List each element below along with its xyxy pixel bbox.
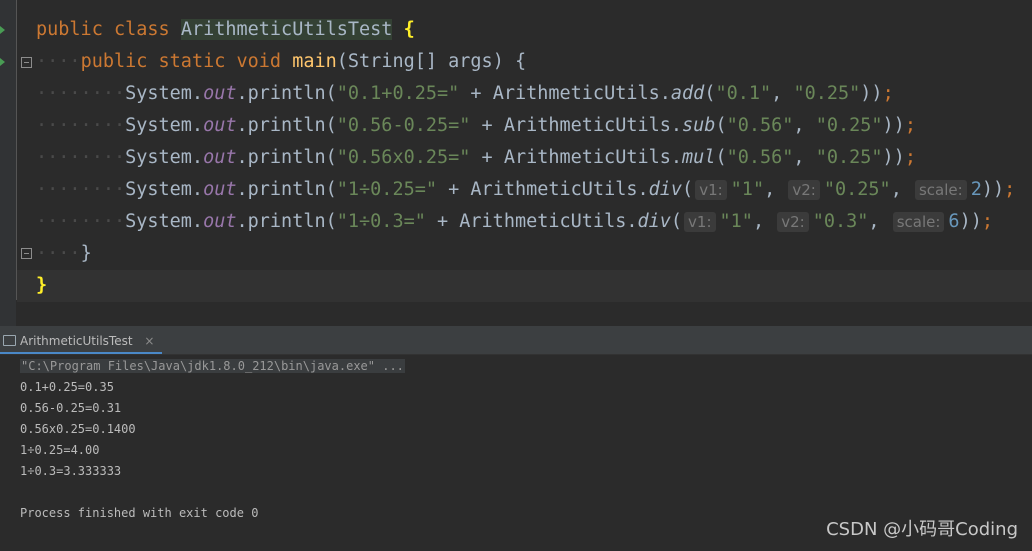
fold-method-icon[interactable] — [21, 57, 32, 68]
run-class-icon[interactable] — [0, 26, 5, 34]
gutter-divider — [16, 0, 17, 300]
param-hint-v1: v1: — [684, 212, 716, 232]
console-icon — [3, 335, 16, 346]
java-command[interactable]: "C:\Program Files\Java\jdk1.8.0_212\bin\… — [20, 359, 405, 373]
param-hint-v2: v2: — [788, 180, 820, 200]
run-tab-bar: ArithmeticUtilsTest × — [0, 328, 1032, 355]
code-line-5: ········System.out.println("0.56x0.25=" … — [36, 147, 916, 168]
close-brace: } — [36, 275, 48, 296]
console-output-line: 1÷0.25=4.00 — [20, 443, 100, 457]
close-icon[interactable]: × — [144, 334, 154, 348]
code-editor[interactable]: public class ArithmeticUtilsTest { ····p… — [0, 0, 1032, 326]
class-name: ArithmeticUtilsTest — [180, 19, 393, 40]
open-brace: { — [403, 19, 415, 40]
console-output-line: 0.56x0.25=0.1400 — [20, 422, 136, 436]
tab-run-config[interactable]: ArithmeticUtilsTest × — [0, 328, 163, 354]
code-line-3: ········System.out.println("0.1+0.25=" +… — [36, 83, 894, 104]
code-line-1: public class ArithmeticUtilsTest { — [36, 19, 415, 40]
code-line-9-current: } — [17, 270, 1032, 302]
param-hint-v2: v2: — [777, 212, 809, 232]
watermark: CSDN @小码哥Coding — [826, 519, 1018, 540]
fold-end-icon[interactable] — [21, 248, 32, 259]
code-line-6: ········System.out.println("1÷0.25=" + A… — [36, 179, 1016, 200]
code-line-7: ········System.out.println("1÷0.3=" + Ar… — [36, 211, 993, 232]
console-output-line: 0.1+0.25=0.35 — [20, 380, 114, 394]
console-output-line: 1÷0.3=3.333333 — [20, 464, 122, 478]
console-exit-message: Process finished with exit code 0 — [20, 506, 259, 520]
code-line-4: ········System.out.println("0.56-0.25=" … — [36, 115, 916, 136]
console-command-line[interactable]: "C:\Program Files\Java\jdk1.8.0_212\bin\… — [20, 356, 405, 377]
param-hint-scale: scale: — [914, 180, 967, 200]
run-main-icon[interactable] — [0, 58, 5, 66]
editor-gutter — [0, 0, 16, 326]
param-hint-v1: v1: — [695, 180, 727, 200]
tab-label: ArithmeticUtilsTest — [20, 334, 133, 348]
code-line-2: ····public static void main(String[] arg… — [36, 51, 527, 72]
console-output-line: 0.56-0.25=0.31 — [20, 401, 122, 415]
param-hint-scale: scale: — [892, 212, 945, 232]
code-line-8: ····} — [36, 243, 92, 264]
